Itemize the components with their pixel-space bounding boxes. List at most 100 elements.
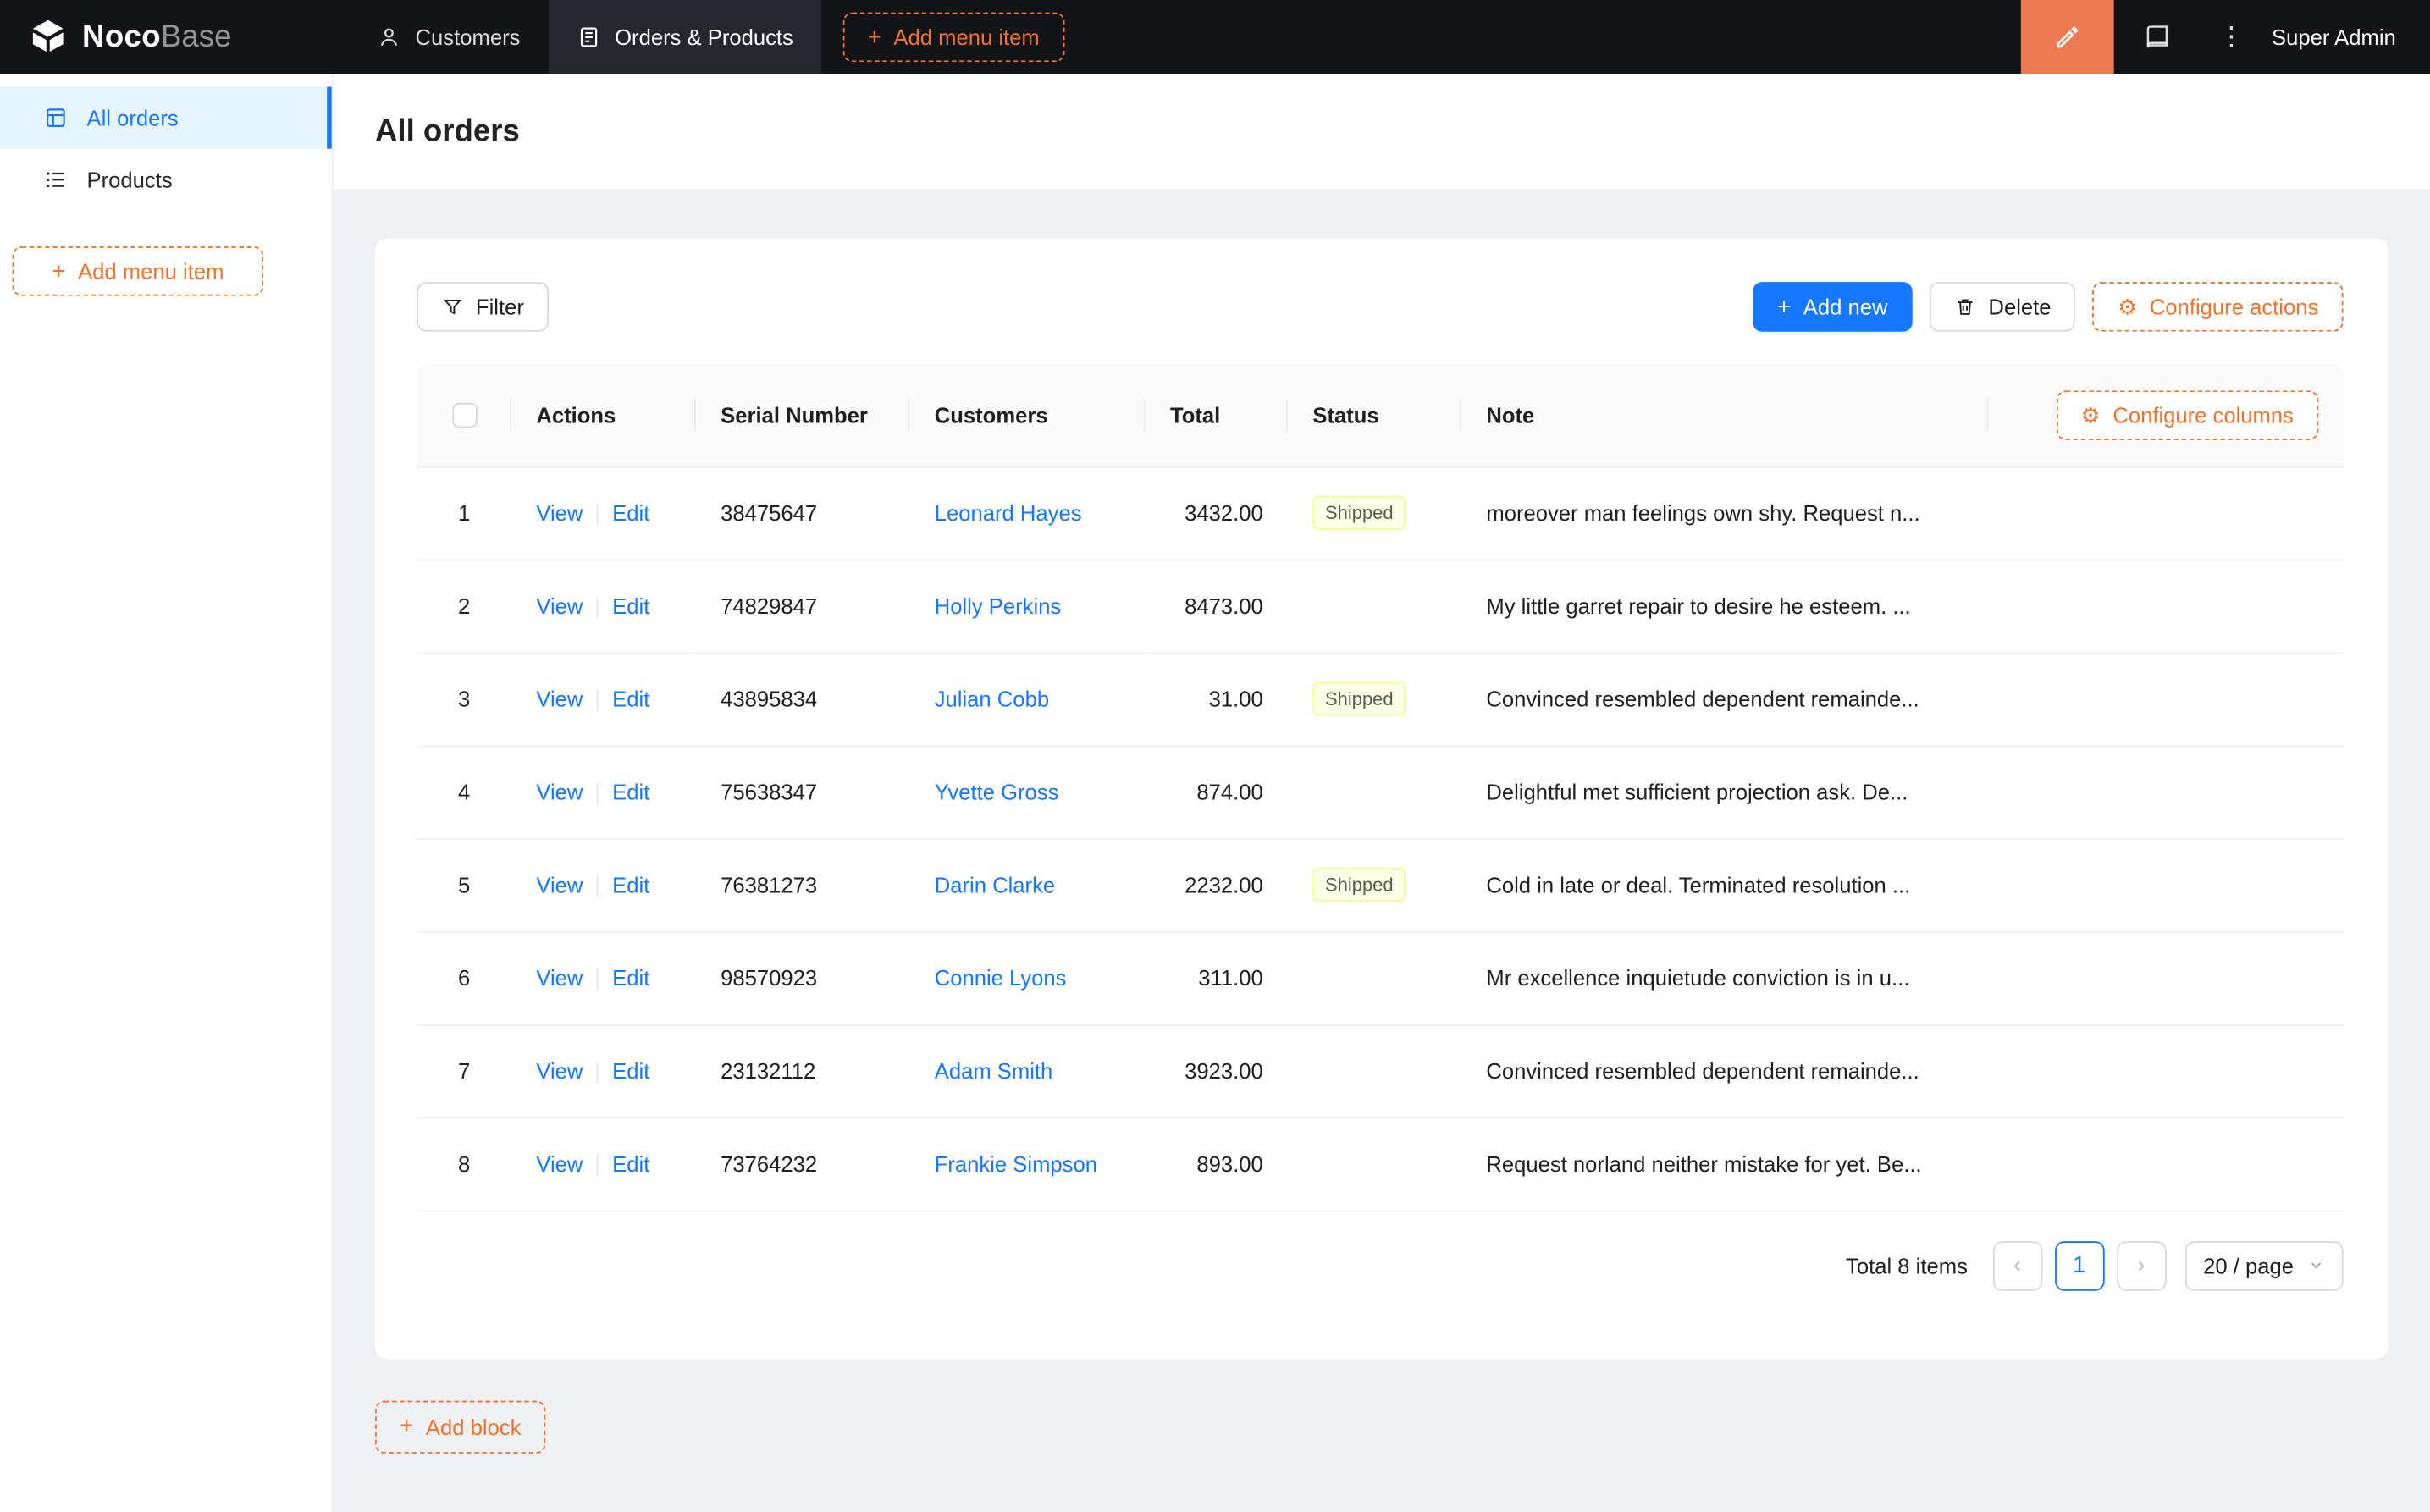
page-size-select[interactable]: 20 / page xyxy=(2184,1240,2344,1290)
add-menu-item-label: Add menu item xyxy=(893,25,1040,50)
customer-link[interactable]: Darin Clarke xyxy=(935,873,1055,897)
page-content: Filter + Add new Delete ⚙ Configure acti… xyxy=(334,189,2430,1512)
total-cell: 2232.00 xyxy=(1145,838,1289,932)
docs-button[interactable] xyxy=(2113,0,2201,74)
customer-link[interactable]: Holly Perkins xyxy=(935,593,1062,618)
view-link[interactable]: View xyxy=(536,1151,583,1176)
pencil-icon xyxy=(2053,23,2081,51)
table-row: 1 View Edit 38475647 Leonard Hayes 3432.0… xyxy=(417,466,2344,560)
nav-item-orders-products[interactable]: Orders & Products xyxy=(548,0,821,74)
status-badge: Shipped xyxy=(1312,868,1406,902)
page-title: All orders xyxy=(374,113,520,148)
view-link[interactable]: View xyxy=(536,779,583,803)
view-link[interactable]: View xyxy=(536,500,583,525)
customer-link[interactable]: Yvette Gross xyxy=(935,780,1059,804)
gear-icon: ⚙ xyxy=(2118,294,2138,320)
edit-link[interactable]: Edit xyxy=(612,965,649,990)
column-header-total: Total xyxy=(1145,364,1289,467)
delete-button[interactable]: Delete xyxy=(1929,282,2076,332)
brand-logo[interactable]: NocoBase xyxy=(0,17,334,58)
view-link[interactable]: View xyxy=(536,593,583,618)
next-page-button[interactable]: › xyxy=(2116,1240,2167,1290)
select-all-checkbox[interactable] xyxy=(451,403,477,428)
nav-item-customers[interactable]: Customers xyxy=(349,0,549,74)
note-cell: Mr excellence inquietude conviction is i… xyxy=(1461,931,1989,1025)
add-new-button[interactable]: + Add new xyxy=(1752,282,1913,332)
serial-cell: 75638347 xyxy=(695,745,910,840)
divider xyxy=(596,968,599,991)
total-cell: 893.00 xyxy=(1145,1117,1289,1211)
delete-label: Delete xyxy=(1988,294,2052,320)
nav-item-label: Customers xyxy=(415,25,521,50)
serial-cell: 73764232 xyxy=(695,1117,910,1211)
ui-editor-button[interactable] xyxy=(2020,0,2114,74)
add-menu-item-button-header[interactable]: + Add menu item xyxy=(842,12,1065,63)
column-header-note: Note xyxy=(1461,364,1989,467)
sidebar-item-all-orders[interactable]: All orders xyxy=(0,86,332,149)
note-cell: Convinced resembled dependent remainde..… xyxy=(1461,1024,1989,1118)
orders-table-block: Filter + Add new Delete ⚙ Configure acti… xyxy=(374,238,2389,1359)
divider xyxy=(596,875,599,898)
total-cell: 31.00 xyxy=(1145,652,1289,747)
gear-icon: ⚙ xyxy=(2080,402,2101,428)
total-cell: 8473.00 xyxy=(1145,559,1289,654)
edit-link[interactable]: Edit xyxy=(612,593,649,618)
user-menu[interactable]: Super Admin xyxy=(2262,25,2430,49)
add-block-button[interactable]: + Add block xyxy=(374,1399,546,1453)
chevron-left-icon: ‹ xyxy=(2013,1251,2022,1279)
page-number-button[interactable]: 1 xyxy=(2054,1240,2104,1290)
view-link[interactable]: View xyxy=(536,872,583,897)
edit-link[interactable]: Edit xyxy=(612,872,649,897)
note-cell: Request norland neither mistake for yet.… xyxy=(1461,1117,1989,1211)
add-menu-item-button-sidebar[interactable]: + Add menu item xyxy=(12,246,264,296)
note-cell: Delightful met sufficient projection ask… xyxy=(1461,745,1989,840)
configure-columns-button[interactable]: ⚙ Configure columns xyxy=(2056,389,2319,440)
edit-link[interactable]: Edit xyxy=(612,779,649,803)
row-index: 2 xyxy=(458,593,471,619)
table-row: 5 View Edit 76381273 Darin Clarke 2232.00… xyxy=(417,838,2344,932)
sidebar-item-products[interactable]: Products xyxy=(0,149,332,211)
view-link[interactable]: View xyxy=(536,1058,583,1083)
customer-link[interactable]: Julian Cobb xyxy=(935,687,1049,711)
edit-link[interactable]: Edit xyxy=(612,1151,649,1176)
row-index: 6 xyxy=(458,965,471,991)
filter-label: Filter xyxy=(475,294,524,320)
pagination: Total 8 items ‹ 1 › 20 / page xyxy=(417,1240,2344,1290)
view-link[interactable]: View xyxy=(536,687,583,711)
app-window: NocoBase Customers Orders & Products + A… xyxy=(0,0,2430,1512)
row-index: 7 xyxy=(458,1058,471,1084)
chevron-right-icon: › xyxy=(2137,1251,2146,1279)
configure-actions-button[interactable]: ⚙ Configure actions xyxy=(2092,282,2344,332)
filter-button[interactable]: Filter xyxy=(417,282,550,332)
brand-base: Base xyxy=(161,19,232,54)
prev-page-button[interactable]: ‹ xyxy=(1992,1240,2042,1290)
divider xyxy=(596,1154,599,1177)
total-cell: 3923.00 xyxy=(1145,1024,1289,1118)
chevron-down-icon xyxy=(2307,1256,2324,1273)
view-link[interactable]: View xyxy=(536,965,583,990)
customer-link[interactable]: Connie Lyons xyxy=(935,965,1067,990)
edit-link[interactable]: Edit xyxy=(612,500,649,525)
row-index: 4 xyxy=(458,779,471,804)
edit-link[interactable]: Edit xyxy=(612,1058,649,1083)
row-index: 5 xyxy=(458,872,471,897)
top-bar: NocoBase Customers Orders & Products + A… xyxy=(0,0,2430,74)
plus-icon: + xyxy=(400,1413,414,1440)
add-new-label: Add new xyxy=(1803,294,1888,320)
customer-link[interactable]: Adam Smith xyxy=(935,1058,1053,1083)
configure-actions-label: Configure actions xyxy=(2149,294,2319,320)
sidebar-item-label: All orders xyxy=(86,105,179,130)
serial-cell: 98570923 xyxy=(695,931,910,1025)
table-row: 7 View Edit 23132112 Adam Smith 3923.00 C… xyxy=(417,1024,2344,1118)
add-block-label: Add block xyxy=(425,1414,522,1439)
page-header: All orders xyxy=(333,74,2430,190)
plus-icon: + xyxy=(1777,293,1792,320)
edit-link[interactable]: Edit xyxy=(612,687,649,711)
divider xyxy=(596,689,599,712)
customer-link[interactable]: Frankie Simpson xyxy=(935,1151,1097,1176)
more-menu-button[interactable]: ⋮ xyxy=(2201,0,2262,74)
customer-link[interactable]: Leonard Hayes xyxy=(935,500,1082,525)
filter-icon xyxy=(442,296,464,318)
table-header-row: Actions Serial Number Customers Total St… xyxy=(417,364,2344,467)
table-row: 2 View Edit 74829847 Holly Perkins 8473.0… xyxy=(417,559,2344,654)
